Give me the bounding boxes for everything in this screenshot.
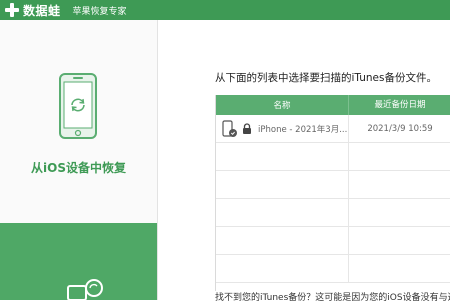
backup-name: iPhone - 2021年3月... — [258, 124, 348, 135]
table-row-empty — [216, 171, 450, 199]
cell-name-empty — [216, 227, 349, 254]
nav-restore-from-itunes[interactable] — [0, 223, 157, 300]
cell-name-empty — [216, 171, 349, 198]
title-bar: 数据蛙 苹果恢复专家 — [0, 0, 450, 20]
table-row[interactable]: iPhone - 2021年3月... 2021/3/9 10:59 — [216, 115, 450, 143]
cell-name: iPhone - 2021年3月... — [216, 115, 349, 142]
column-header-date[interactable]: 最近备份日期 — [348, 95, 450, 115]
table-row-empty — [216, 227, 450, 255]
table-row-empty — [216, 255, 450, 283]
brand-plus-icon — [5, 3, 19, 17]
main-panel: 从下面的列表中选择要扫描的iTunes备份文件。 名称 最近备份日期 iPhon… — [158, 20, 450, 303]
brand: 数据蛙 — [5, 2, 61, 19]
nav-restore-from-ios-label: 从iOS设备中恢复 — [31, 161, 126, 175]
instruction-text: 从下面的列表中选择要扫描的iTunes备份文件。 — [215, 72, 437, 84]
cell-name-empty — [216, 143, 349, 170]
product-name: 苹果恢复专家 — [72, 6, 127, 17]
table-row-empty — [216, 143, 450, 171]
column-header-name[interactable]: 名称 — [216, 99, 348, 111]
lock-icon — [243, 123, 251, 134]
table-header: 名称 最近备份日期 — [216, 95, 450, 115]
footer-note: 找不到您的iTunes备份？这可能是因为您的iOS设备没有与这台电脑 — [215, 293, 450, 303]
cell-name-empty — [216, 255, 349, 282]
brand-name: 数据蛙 — [23, 3, 61, 18]
backup-device-icon — [222, 119, 237, 137]
table-row-empty — [216, 199, 450, 227]
backup-date: 2021/3/9 10:59 — [367, 123, 433, 134]
cell-name-empty — [216, 199, 349, 226]
nav-restore-from-ios[interactable]: 从iOS设备中恢复 — [0, 20, 157, 220]
phone-restore-icon — [59, 73, 97, 139]
sidebar: 从iOS设备中恢复 — [0, 20, 158, 300]
backup-table: 名称 最近备份日期 iPhone - 2021年3月... 2021/3/9 1… — [215, 95, 450, 291]
itunes-restore-icon — [67, 279, 103, 300]
